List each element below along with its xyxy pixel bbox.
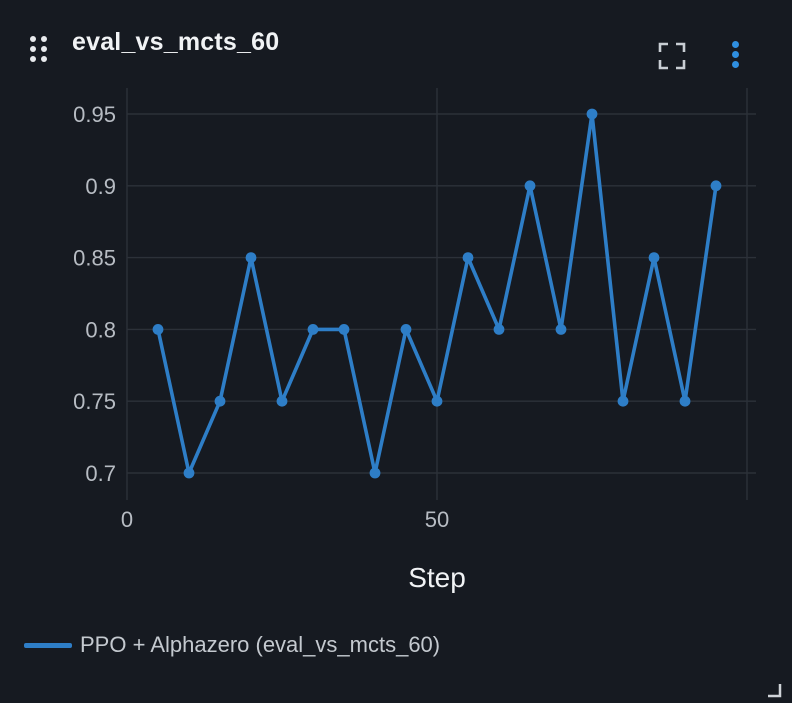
data-point (338, 324, 350, 335)
y-tick-label: 0.95 (73, 102, 116, 127)
data-point (617, 395, 629, 407)
data-point (400, 324, 412, 335)
y-tick-label: 0.8 (85, 317, 116, 342)
legend-swatch (24, 642, 72, 648)
data-point (245, 252, 257, 263)
data-point (586, 108, 598, 120)
y-tick-label: 0.9 (85, 174, 116, 199)
data-point (183, 467, 195, 479)
x-axis-title: Step (408, 562, 466, 593)
line-chart: 0.7 0.75 0.8 0.85 0.9 0.95 0 50 (73, 88, 756, 532)
data-point (276, 395, 288, 407)
data-point (152, 324, 164, 335)
data-point (524, 180, 536, 192)
data-point (710, 180, 722, 192)
data-point (214, 395, 226, 407)
x-tick-label: 0 (121, 507, 133, 532)
data-point (493, 324, 505, 335)
legend-label: PPO + Alphazero (eval_vs_mcts_60) (80, 632, 441, 657)
data-point (648, 252, 660, 263)
data-point (307, 324, 319, 335)
data-point (679, 395, 691, 407)
chart-panel: eval_vs_mcts_60 0.7 0.75 0.8 0.85 0.9 0.95 0 50… (0, 0, 792, 703)
data-point (369, 467, 381, 479)
y-tick-label: 0.7 (85, 461, 116, 486)
data-point (555, 324, 567, 335)
y-tick-label: 0.75 (73, 389, 116, 414)
data-point (462, 252, 474, 263)
x-tick-label: 50 (425, 507, 449, 532)
resize-corner-icon[interactable] (766, 682, 782, 698)
legend[interactable]: PPO + Alphazero (eval_vs_mcts_60) (24, 630, 440, 660)
data-point (431, 395, 443, 407)
y-tick-label: 0.85 (73, 246, 116, 271)
